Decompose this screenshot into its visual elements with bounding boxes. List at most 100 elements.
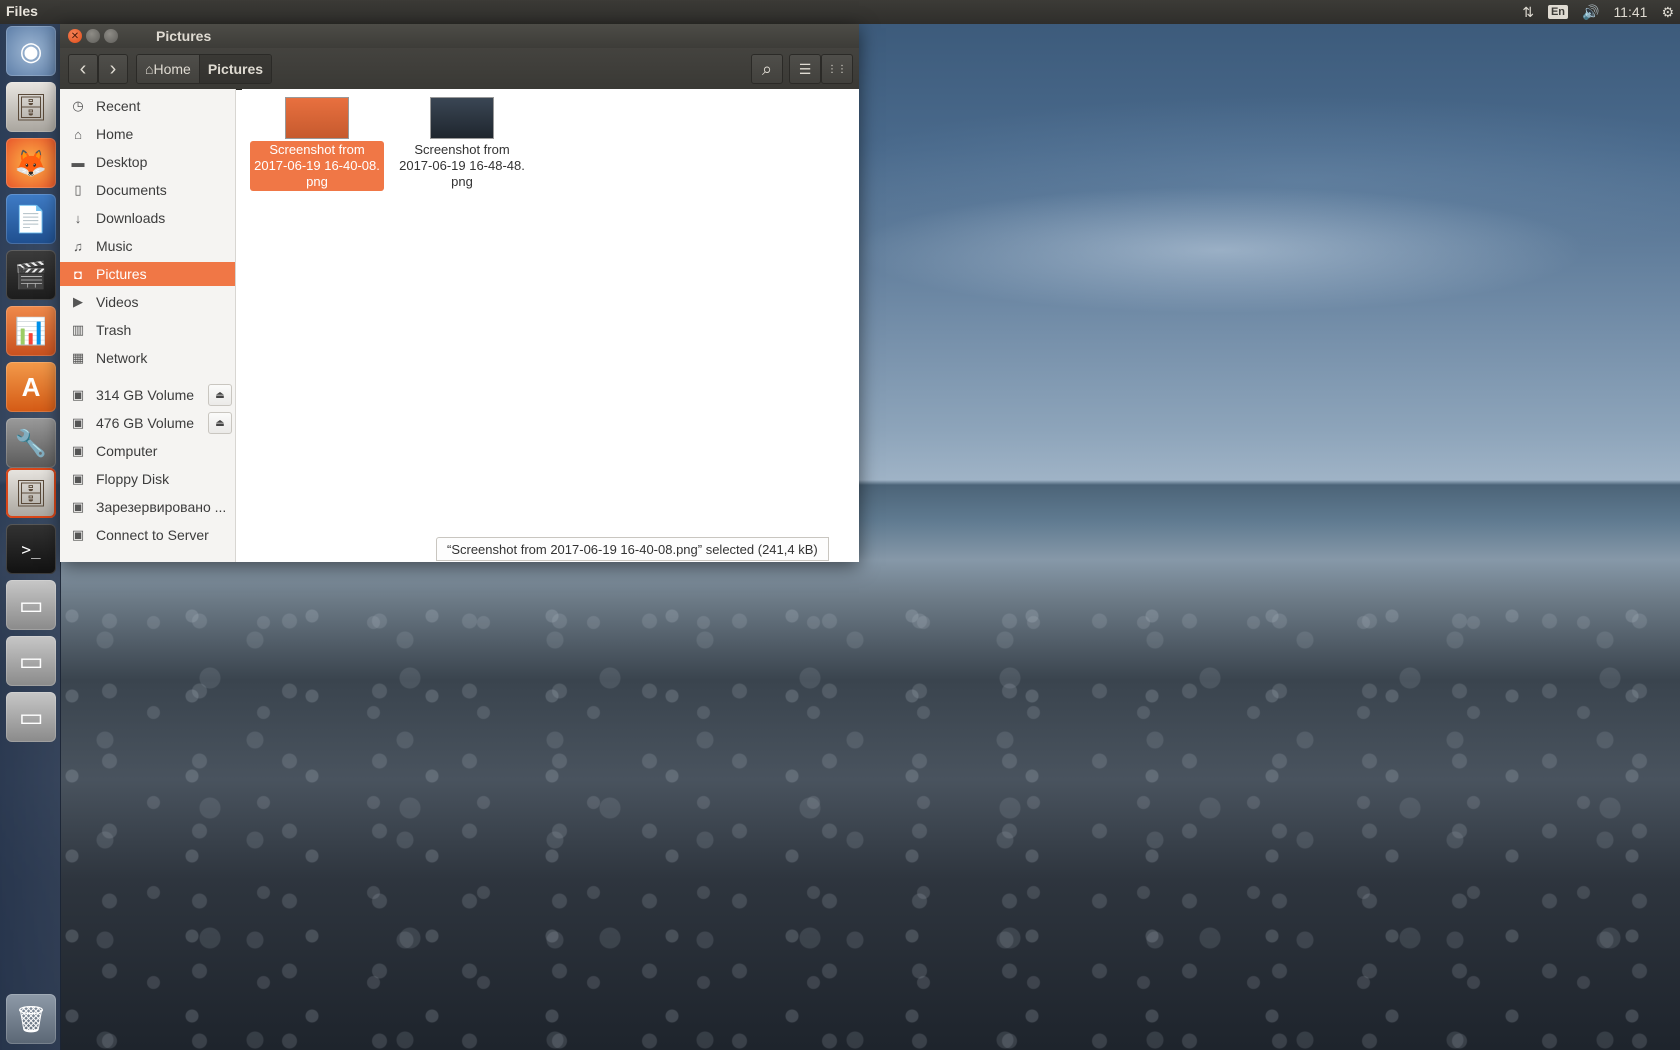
sidebar-item-pictures[interactable]: ◘ Pictures (60, 262, 235, 286)
window-titlebar[interactable]: ✕ Pictures (60, 24, 859, 48)
drive-icon-1[interactable]: ▭ (6, 580, 56, 630)
firefox-icon[interactable]: 🦊 (6, 138, 56, 188)
file-name-line: png (306, 174, 328, 189)
back-button[interactable]: ‹ (68, 54, 98, 84)
minimize-icon[interactable] (86, 29, 100, 43)
sidebar-item-label: Recent (96, 98, 141, 114)
sidebar-item-home[interactable]: ⌂ Home (60, 122, 235, 146)
drive-icon: ▣ (71, 387, 85, 402)
active-app-name: Files (6, 3, 38, 19)
sidebar-item-reserved[interactable]: ▣ Зарезервировано ... (60, 495, 235, 519)
ubuntu-dash-icon[interactable]: ◉ (6, 26, 56, 76)
eject-icon[interactable]: ⏏ (208, 384, 232, 406)
terminal-icon[interactable]: >_ (6, 524, 56, 574)
eject-icon[interactable]: ⏏ (208, 412, 232, 434)
volume-icon[interactable]: 🔊 (1582, 4, 1599, 21)
file-name-line: 2017-06-19 16-40-08. (254, 158, 380, 173)
breadcrumb: ⌂ Home Pictures (136, 54, 273, 84)
window-title: Pictures (156, 28, 212, 44)
sidebar-item-label: Home (96, 126, 134, 142)
close-icon[interactable]: ✕ (68, 29, 82, 43)
music-icon: ♫ (73, 238, 83, 254)
file-name-line: Screenshot from (269, 142, 365, 157)
sidebar-item-music[interactable]: ♫ Music (60, 234, 235, 258)
launcher: ◉ 🗄 🦊 📄 🎬 📊 A 🔧 🗄 >_ ▭ ▭ ▭ 🗑 (0, 24, 61, 1050)
sidebar-item-recent[interactable]: ◷ Recent (60, 94, 235, 118)
file-name-line: Screenshot from (414, 142, 510, 157)
network-icon[interactable]: ⇅ (1522, 4, 1534, 21)
trash-icon: ▥ (71, 322, 85, 337)
network-icon: ▦ (71, 350, 85, 365)
documents-icon: ▯ (74, 182, 82, 197)
drive-icon-3[interactable]: ▭ (6, 692, 56, 742)
downloads-icon: ↓ (74, 210, 82, 226)
sidebar-item-label: Videos (96, 294, 139, 310)
sidebar-item-connect-to-server[interactable]: ▣ Connect to Server (60, 523, 235, 547)
keyboard-layout-indicator[interactable]: En (1547, 5, 1568, 19)
forward-button[interactable]: › (98, 54, 128, 84)
clock[interactable]: 11:41 (1613, 4, 1647, 20)
sidebar-item-label: Зарезервировано ... (96, 499, 227, 515)
sidebar-item-downloads[interactable]: ↓ Downloads (60, 206, 235, 230)
sidebar-item-trash[interactable]: ▥ Trash (60, 318, 235, 342)
settings-icon[interactable]: ⚙ (1661, 4, 1674, 21)
grid-view-icon: ⋮⋮ (827, 63, 847, 75)
sidebar-item-floppy-disk[interactable]: ▣ Floppy Disk (60, 467, 235, 491)
files-window: ✕ Pictures ‹ › ⌂ Home Pictures ⌕ ☰ ⋮⋮ ◷ (60, 24, 859, 562)
sidebar-item-videos[interactable]: ▶ Videos (60, 290, 235, 314)
sidebar-item-label: Documents (96, 182, 167, 198)
toolbar: ‹ › ⌂ Home Pictures ⌕ ☰ ⋮⋮ (60, 48, 859, 90)
desktop-icon: ▬ (71, 154, 85, 170)
recent-icon: ◷ (72, 98, 84, 113)
search-icon: ⌕ (761, 58, 773, 79)
sidebar-item-network[interactable]: ▦ Network (60, 346, 235, 370)
sidebar-item-desktop[interactable]: ▬ Desktop (60, 150, 235, 174)
breadcrumb-pictures-label: Pictures (207, 61, 264, 77)
sidebar-item-314gb-volume[interactable]: ▣ 314 GB Volume (60, 383, 205, 407)
search-button[interactable]: ⌕ (751, 54, 783, 84)
file-name-line: 2017-06-19 16-48-48. (399, 158, 525, 173)
videos-icon: ▶ (73, 294, 83, 309)
file-view[interactable]: Screenshot from 2017-06-19 16-40-08. png… (242, 89, 859, 562)
file-name-line: png (451, 174, 473, 189)
server-icon: ▣ (71, 527, 85, 542)
maximize-icon[interactable] (104, 29, 118, 43)
drive-icon-2[interactable]: ▭ (6, 636, 56, 686)
sidebar-item-computer[interactable]: ▣ Computer (60, 439, 235, 463)
top-panel: Files ⇅ En 🔊 11:41 ⚙ (0, 0, 1680, 24)
libreoffice-impress-icon[interactable]: 📊 (6, 306, 56, 356)
sidebar-item-label: Trash (96, 322, 132, 338)
libreoffice-writer-icon[interactable]: 📄 (6, 194, 56, 244)
sidebar-item-label: Downloads (96, 210, 166, 226)
home-icon: ⌂ (145, 61, 154, 77)
breadcrumb-home-label: Home (153, 61, 191, 77)
sidebar-item-label: Desktop (96, 154, 148, 170)
sidebar-item-label: Computer (96, 443, 158, 459)
home-icon: ⌂ (74, 126, 82, 142)
file-name: Screenshot from 2017-06-19 16-40-08. png (250, 141, 384, 191)
sidebar-item-label: Floppy Disk (96, 471, 170, 487)
status-bar: “Screenshot from 2017-06-19 16-40-08.png… (436, 537, 829, 561)
system-settings-icon[interactable]: 🔧 (6, 418, 56, 468)
breadcrumb-pictures[interactable]: Pictures (198, 55, 272, 83)
trash-icon[interactable]: 🗑 (6, 994, 56, 1044)
list-view-icon: ☰ (798, 60, 812, 77)
sidebar-item-documents[interactable]: ▯ Documents (60, 178, 235, 202)
wallpaper-pebbles (60, 600, 1680, 1050)
grid-view-button[interactable]: ⋮⋮ (821, 54, 853, 84)
indicator-area: ⇅ En 🔊 11:41 ⚙ (1522, 2, 1674, 22)
software-center-icon[interactable]: A (6, 362, 56, 412)
sidebar-item-label: 314 GB Volume (96, 387, 195, 403)
list-view-button[interactable]: ☰ (789, 54, 821, 84)
files-icon[interactable]: 🗄 (6, 82, 56, 132)
breadcrumb-home[interactable]: ⌂ Home (137, 55, 199, 83)
image-thumbnail (430, 97, 494, 139)
sidebar-item-476gb-volume[interactable]: ▣ 476 GB Volume (60, 411, 205, 435)
video-editor-icon[interactable]: 🎬 (6, 250, 56, 300)
files-active-icon[interactable]: 🗄 (6, 468, 56, 518)
file-item[interactable]: Screenshot from 2017-06-19 16-40-08. png (250, 95, 384, 191)
drive-icon: ▣ (71, 443, 85, 458)
sidebar-item-label: Pictures (96, 266, 147, 282)
file-item[interactable]: Screenshot from 2017-06-19 16-48-48. png (395, 95, 529, 191)
sidebar: ◷ Recent ⌂ Home ▬ Desktop ▯ Documents ↓ … (60, 89, 236, 562)
